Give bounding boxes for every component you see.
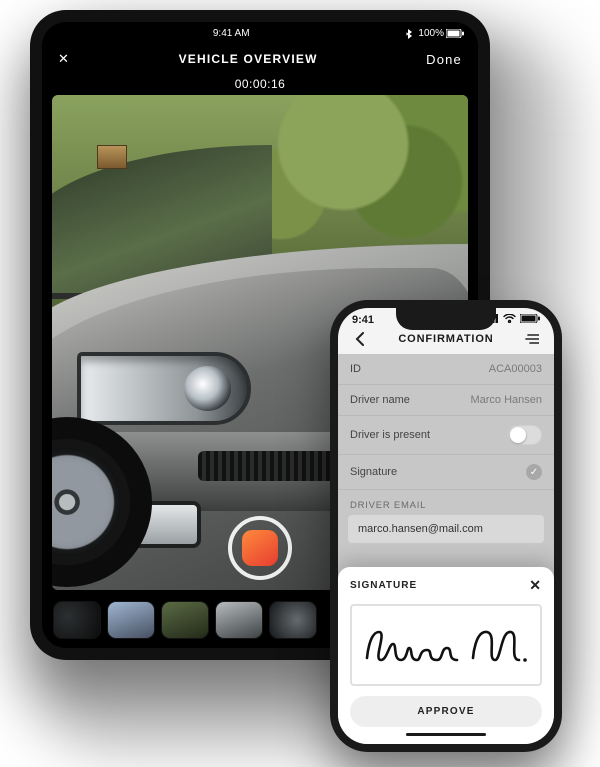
label-signature: Signature [350, 466, 397, 478]
phone-nav-title: CONFIRMATION [398, 333, 493, 345]
record-button[interactable] [228, 516, 292, 580]
phone-status-time: 9:41 [352, 314, 374, 326]
wheel-rim [52, 447, 121, 556]
close-icon: ✕ [529, 577, 542, 593]
value-id: ACA00003 [489, 363, 542, 375]
signature-sheet: SIGNATURE ✕ APPROVE [338, 567, 554, 744]
row-driver-name: Driver name Marco Hansen [338, 385, 554, 416]
windshield-sticker [97, 145, 127, 169]
toggle-driver-present[interactable] [508, 425, 542, 445]
driver-email-input[interactable]: marco.hansen@mail.com [348, 515, 544, 543]
row-driver-present: Driver is present [338, 416, 554, 455]
phone-nav-bar: CONFIRMATION [338, 326, 554, 354]
battery-percent: 100% [418, 28, 444, 39]
close-icon: ✕ [58, 51, 70, 66]
recording-timer: 00:00:16 [42, 73, 478, 95]
form-spacer [338, 553, 554, 567]
battery-indicator: 100% [418, 28, 464, 39]
thumbnail-5[interactable] [270, 602, 316, 638]
menu-icon [525, 334, 539, 344]
chevron-left-icon [355, 332, 365, 346]
thumbnail-4[interactable] [216, 602, 262, 638]
signature-check-icon: ✓ [526, 464, 542, 480]
menu-button[interactable] [522, 334, 542, 344]
row-signature[interactable]: Signature ✓ [338, 455, 554, 490]
confirmation-form: ID ACA00003 Driver name Marco Hansen Dri… [338, 354, 554, 744]
section-driver-email: DRIVER EMAIL [338, 490, 554, 515]
home-indicator[interactable] [406, 733, 486, 736]
done-button[interactable]: Done [426, 52, 462, 67]
tablet-status-time: 9:41 AM [213, 28, 250, 39]
signature-close-button[interactable]: ✕ [529, 577, 542, 594]
thumbnail-2[interactable] [108, 602, 154, 638]
approve-button[interactable]: APPROVE [350, 696, 542, 727]
headlight-lens [184, 366, 231, 411]
phone-notch [396, 308, 496, 330]
value-driver-name: Marco Hansen [470, 394, 542, 406]
record-icon [242, 530, 278, 566]
car-headlight [77, 352, 251, 424]
row-id: ID ACA00003 [338, 354, 554, 385]
wifi-icon [503, 314, 516, 326]
phone-device: 9:41 CONFIRMATION [330, 300, 562, 752]
tablet-nav-bar: ✕ VEHICLE OVERVIEW Done [42, 45, 478, 73]
signature-sheet-header: SIGNATURE ✕ [350, 577, 542, 594]
signature-stroke [361, 614, 531, 676]
toggle-knob [510, 427, 526, 443]
battery-icon [520, 314, 540, 326]
label-id: ID [350, 363, 361, 375]
thumbnail-1[interactable] [54, 602, 100, 638]
label-driver-name: Driver name [350, 394, 410, 406]
nav-title: VEHICLE OVERVIEW [179, 52, 318, 66]
tablet-status-bar: 9:41 AM 100% [42, 22, 478, 45]
phone-screen: 9:41 CONFIRMATION [338, 308, 554, 744]
signature-pad[interactable] [350, 604, 542, 686]
back-button[interactable] [350, 332, 370, 346]
signature-sheet-title: SIGNATURE [350, 580, 417, 591]
label-driver-present: Driver is present [350, 429, 430, 441]
bluetooth-icon [406, 29, 414, 39]
close-button[interactable]: ✕ [58, 51, 70, 67]
thumbnail-3[interactable] [162, 602, 208, 638]
